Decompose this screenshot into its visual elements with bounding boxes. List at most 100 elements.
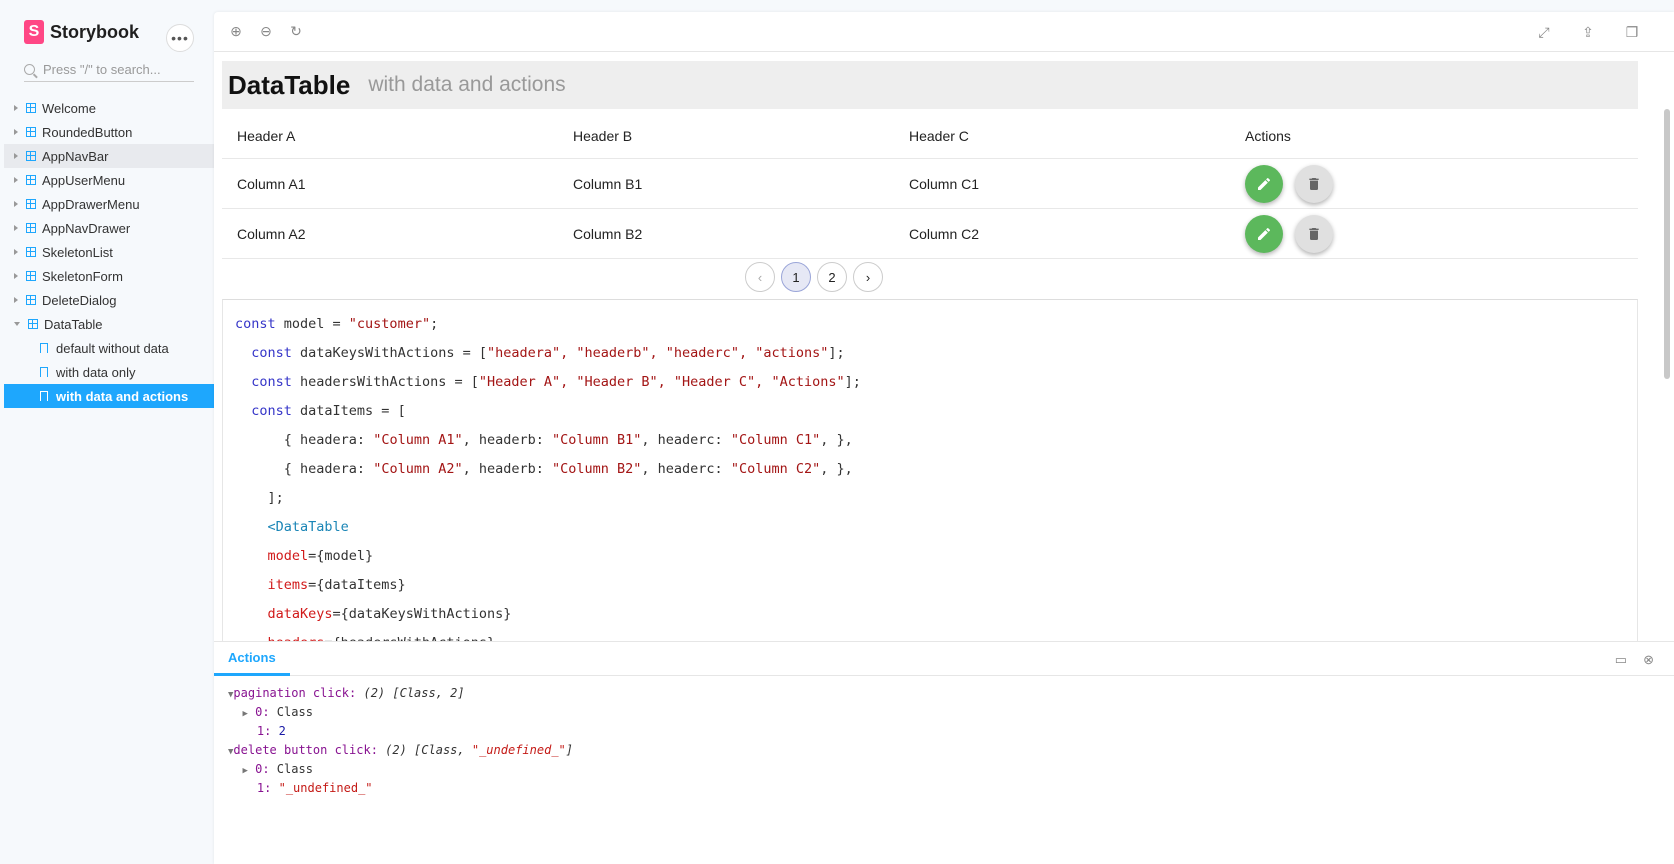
table-cell: Column B2 — [573, 225, 643, 242]
sidebar-item-appnavbar[interactable]: AppNavBar — [4, 144, 214, 168]
caret-right-icon — [14, 201, 18, 207]
caret-right-icon — [14, 297, 18, 303]
close-panel-icon[interactable]: ⊗ — [1643, 652, 1654, 668]
table-cell: Column A2 — [237, 225, 306, 242]
sidebar-item-appusermenu[interactable]: AppUserMenu — [4, 168, 214, 192]
table-cell: Column C1 — [909, 175, 980, 192]
sidebar-item-deletedialog[interactable]: DeleteDialog — [4, 288, 214, 312]
table-header: Actions — [1245, 127, 1291, 144]
sidebar-item-label: SkeletonForm — [42, 268, 123, 284]
row-actions — [1230, 164, 1566, 203]
story-title-bar: DataTable with data and actions — [222, 61, 1638, 109]
component-icon — [26, 199, 36, 209]
log-child: 1: "_undefined_" — [256, 781, 373, 795]
code-line: { headera: "Column A2", headerb: "Column… — [283, 461, 853, 477]
log-child[interactable]: ▶ 0: Class — [228, 703, 1674, 722]
component-icon — [26, 103, 36, 113]
edit-button[interactable] — [1245, 214, 1283, 253]
pagination: ‹ 1 2 › — [745, 262, 883, 292]
table-row: Column A1 Column B1 Column C1 — [222, 159, 1638, 209]
log-entry[interactable]: ▼pagination click: (2) [Class, 2] — [228, 684, 1674, 703]
caret-right-icon — [14, 129, 18, 135]
next-page-button[interactable]: › — [853, 262, 883, 292]
table-header-row: Header A Header B Header C Actions — [222, 113, 1638, 159]
table-header: Header C — [909, 127, 969, 144]
sidebar-item-roundedbutton[interactable]: RoundedButton — [4, 120, 214, 144]
component-icon — [26, 271, 36, 281]
copy-link-icon[interactable]: ❐ — [1624, 24, 1640, 40]
more-menu-button[interactable]: ••• — [166, 24, 194, 52]
pencil-icon — [1258, 227, 1270, 240]
edit-button[interactable] — [1245, 164, 1283, 203]
bookmark-icon — [40, 391, 48, 401]
sidebar-item-label: RoundedButton — [42, 124, 133, 140]
component-icon — [26, 295, 36, 305]
story-label: with data and actions — [56, 388, 189, 404]
scrollbar[interactable] — [1664, 109, 1670, 379]
tab-actions[interactable]: Actions — [214, 642, 290, 676]
source-code-block: const model = "customer"; const dataKeys… — [222, 299, 1638, 679]
panel-tabs: Actions ▭ ⊗ — [214, 642, 1674, 676]
search-input[interactable]: Press "/" to search... — [24, 58, 194, 82]
caret-right-icon — [14, 249, 18, 255]
sidebar-item-label: DataTable — [44, 316, 103, 332]
preview-area: ⊕ ⊖ ↻ ⤢ ⇪ ❐ DataTable with data and acti… — [214, 12, 1674, 864]
action-log: ▼pagination click: (2) [Class, 2] ▶ 0: C… — [214, 676, 1674, 798]
log-entry[interactable]: ▼delete button click: (2) [Class, "_unde… — [228, 741, 1674, 760]
sidebar-item-skeletonlist[interactable]: SkeletonList — [4, 240, 214, 264]
sidebar-item-datatable[interactable]: DataTable — [4, 312, 214, 336]
sidebar-item-label: AppDrawerMenu — [42, 196, 140, 212]
log-child[interactable]: ▶ 0: Class — [228, 760, 1674, 779]
table-header: Header A — [237, 127, 296, 144]
component-icon — [26, 127, 36, 137]
table-header: Header B — [573, 127, 633, 144]
story-subtitle: with data and actions — [368, 73, 566, 96]
data-table: Header A Header B Header C Actions Colum… — [222, 113, 1638, 259]
addons-panel: Actions ▭ ⊗ ▼pagination click: (2) [Clas… — [214, 641, 1674, 864]
component-icon — [26, 151, 36, 161]
code-line: ]; — [267, 490, 284, 506]
zoom-in-icon[interactable]: ⊕ — [228, 23, 244, 40]
caret-right-icon — [14, 105, 18, 111]
code-line: { headera: "Column A1", headerb: "Column… — [283, 432, 853, 448]
story-with-data-and-actions[interactable]: with data and actions — [4, 384, 214, 408]
caret-right-icon — [14, 177, 18, 183]
story-label: default without data — [56, 340, 169, 356]
fullscreen-icon[interactable]: ⤢ — [1536, 24, 1552, 40]
component-icon — [28, 319, 38, 329]
delete-button[interactable] — [1295, 164, 1333, 203]
delete-button[interactable] — [1295, 214, 1333, 253]
sidebar-item-label: DeleteDialog — [42, 292, 117, 308]
code-line: model={model} — [267, 548, 374, 564]
component-icon — [26, 223, 36, 233]
story-canvas: DataTable with data and actions Header A… — [214, 53, 1674, 679]
sidebar-item-label: Welcome — [42, 100, 96, 116]
panel-orientation-icon[interactable]: ▭ — [1615, 652, 1627, 668]
open-new-tab-icon[interactable]: ⇪ — [1580, 24, 1596, 40]
sidebar-item-skeletonform[interactable]: SkeletonForm — [4, 264, 214, 288]
page-button[interactable]: 2 — [817, 262, 847, 292]
prev-page-button[interactable]: ‹ — [745, 262, 775, 292]
code-line: const model = "customer"; — [235, 316, 439, 332]
brand-name: Storybook — [50, 21, 140, 42]
sidebar-item-label: AppNavDrawer — [42, 220, 131, 236]
zoom-out-icon[interactable]: ⊖ — [258, 23, 274, 40]
trash-icon — [1309, 227, 1319, 240]
sidebar-item-welcome[interactable]: Welcome — [4, 96, 214, 120]
reset-zoom-icon[interactable]: ↻ — [288, 23, 304, 40]
sidebar-item-appdrawermenu[interactable]: AppDrawerMenu — [4, 192, 214, 216]
code-line: const dataItems = [ — [251, 403, 406, 419]
code-line: const dataKeysWithActions = ["headera", … — [251, 345, 845, 361]
code-line: const headersWithActions = ["Header A", … — [251, 374, 861, 390]
page-button[interactable]: 1 — [781, 262, 811, 292]
caret-right-icon — [14, 225, 18, 231]
component-icon — [26, 175, 36, 185]
story-with-data-only[interactable]: with data only — [4, 360, 214, 384]
component-icon — [26, 247, 36, 257]
story-label: with data only — [56, 364, 136, 380]
sidebar-item-appnavdrawer[interactable]: AppNavDrawer — [4, 216, 214, 240]
story-default-without-data[interactable]: default without data — [4, 336, 214, 360]
table-cell: Column A1 — [237, 175, 306, 192]
bookmark-icon — [40, 343, 48, 353]
caret-right-icon — [14, 273, 18, 279]
